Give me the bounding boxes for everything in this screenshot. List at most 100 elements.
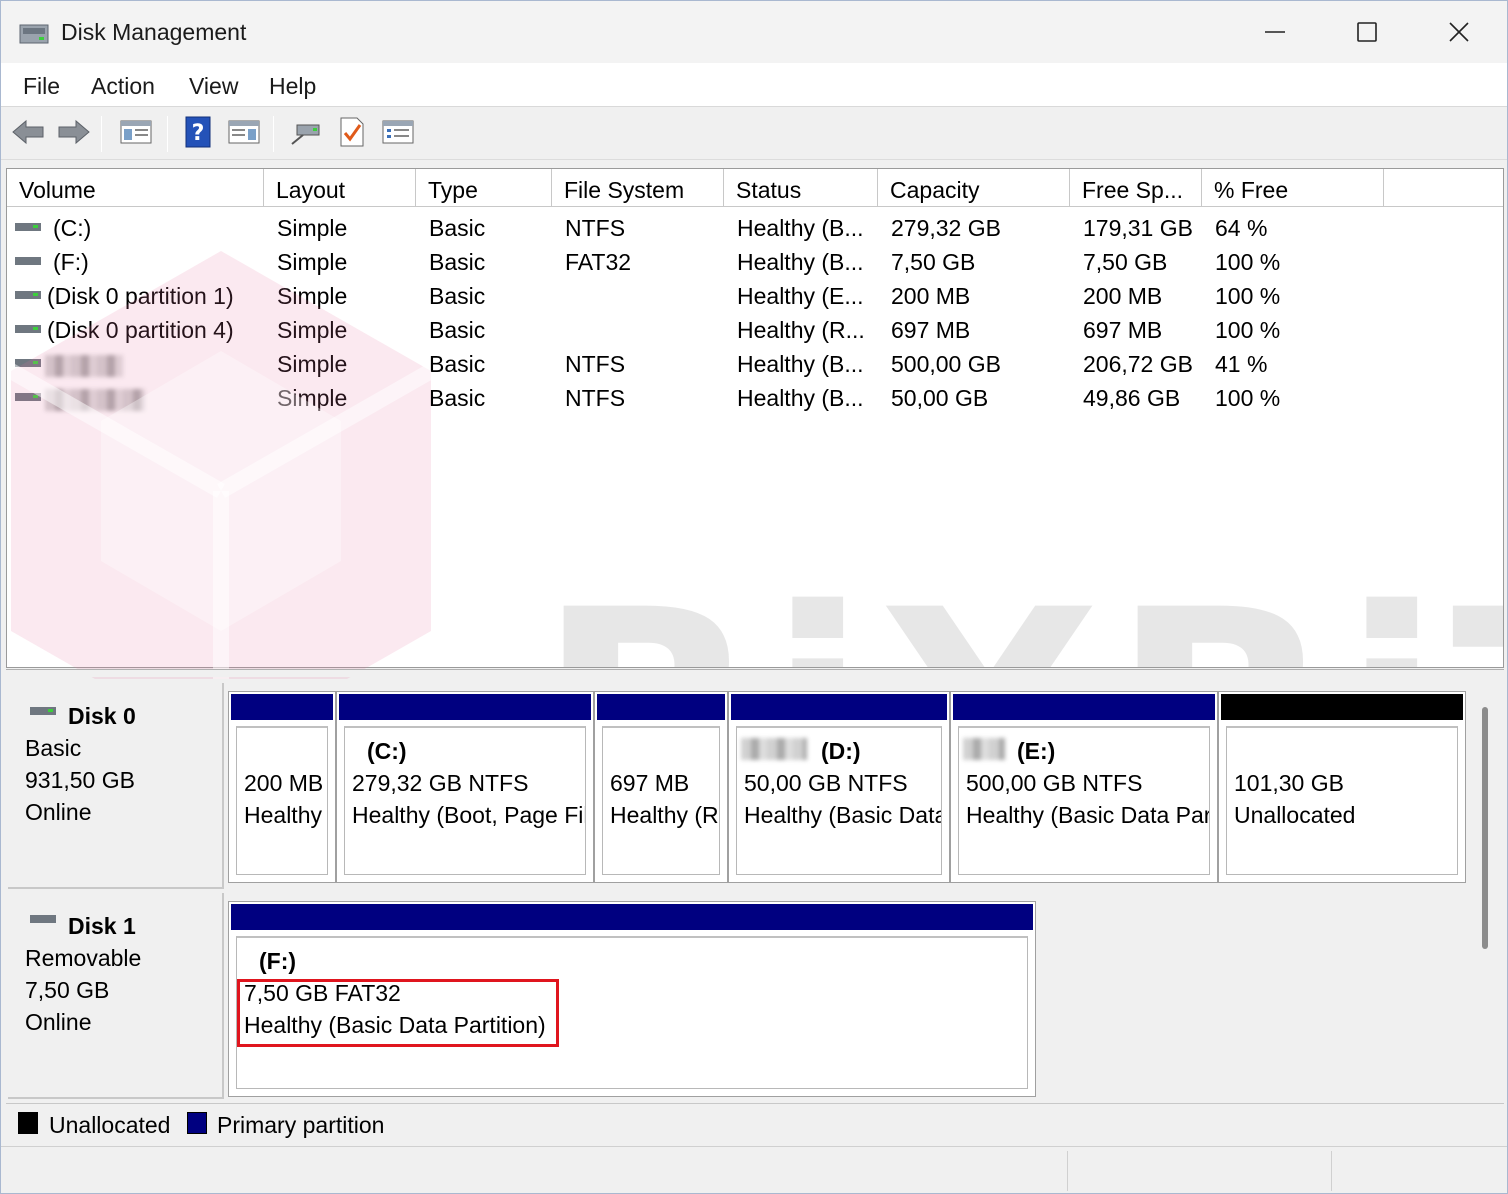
primary-partition-bar	[231, 694, 333, 720]
column-header-volume[interactable]: Volume	[7, 169, 264, 207]
disk-1-label[interactable]: Disk 1 Removable 7,50 GB Online	[8, 893, 224, 1099]
pane-splitter[interactable]	[6, 669, 1504, 677]
check-properties-icon	[338, 116, 366, 153]
volume-file-system: NTFS	[565, 385, 626, 411]
back-button[interactable]	[9, 116, 47, 152]
volume-status: Healthy (B...	[737, 351, 864, 377]
volume-icon	[15, 257, 41, 265]
disk-size: 7,50 GB	[25, 977, 110, 1003]
legend-primary-partition-label: Primary partition	[217, 1112, 385, 1138]
forward-arrow-icon	[57, 119, 91, 150]
primary-partition-swatch	[187, 1112, 207, 1134]
window-title: Disk Management	[61, 19, 247, 45]
volume-name: (Disk 0 partition 4)	[47, 317, 234, 343]
primary-partition-bar	[597, 694, 725, 720]
toolbar-separator	[101, 116, 102, 152]
menu-action[interactable]: Action	[91, 73, 155, 100]
list-view-icon	[381, 118, 415, 151]
column-header-percent-free[interactable]: % Free	[1202, 169, 1384, 207]
volume-status: Healthy (R...	[737, 317, 865, 343]
show-hide-action-pane-button[interactable]	[225, 116, 263, 152]
status-bar-separator	[1067, 1151, 1068, 1191]
maximize-icon	[1356, 21, 1378, 43]
back-arrow-icon	[11, 119, 45, 150]
column-header-free-space[interactable]: Free Sp...	[1070, 169, 1202, 207]
partition-size: 500,00 GB NTFS	[966, 770, 1143, 796]
partition-recovery[interactable]: 697 MB Healthy (Recovery Partition)	[594, 691, 728, 883]
column-header-status[interactable]: Status	[724, 169, 878, 207]
volume-layout: Simple	[277, 385, 348, 411]
volume-capacity: 279,32 GB	[891, 215, 1001, 241]
partition-size: 200 MB	[244, 770, 324, 796]
connect-virtual-disk-button[interactable]	[287, 116, 325, 152]
disk-0-label[interactable]: Disk 0 Basic 931,50 GB Online	[8, 683, 224, 889]
volume-capacity: 500,00 GB	[891, 351, 1001, 377]
column-header-layout[interactable]: Layout	[264, 169, 416, 207]
show-hide-console-tree-icon	[119, 118, 153, 151]
volume-capacity: 200 MB	[891, 283, 971, 309]
check-properties-button[interactable]	[333, 116, 371, 152]
volume-file-system: NTFS	[565, 215, 626, 241]
primary-partition-bar	[231, 904, 1033, 930]
menu-file[interactable]: File	[23, 73, 60, 100]
partition-status: Healthy (Recovery Partition)	[610, 802, 719, 828]
volume-row[interactable]: Simple Basic NTFS Healthy (B... 500,00 G…	[7, 347, 1503, 381]
partition-details: (D:) 50,00 GB NTFS Healthy (Basic Data P…	[736, 726, 942, 875]
unallocated-swatch	[18, 1112, 38, 1134]
column-header-file-system[interactable]: File System	[552, 169, 724, 207]
volume-row[interactable]: (F:) Simple Basic FAT32 Healthy (B... 7,…	[7, 245, 1503, 279]
partition-details: 200 MB Healthy (EFI System Partition)	[236, 726, 328, 875]
column-header-capacity[interactable]: Capacity	[878, 169, 1070, 207]
disk-pane-scrollbar[interactable]	[1482, 707, 1488, 949]
menu-help[interactable]: Help	[269, 73, 316, 100]
volume-layout: Simple	[277, 317, 348, 343]
forward-button[interactable]	[55, 116, 93, 152]
list-view-button[interactable]	[379, 116, 417, 152]
volume-percent-free: 100 %	[1215, 317, 1281, 343]
disk-size: 931,50 GB	[25, 767, 135, 793]
partition-e[interactable]: (E:) 500,00 GB NTFS Healthy (Basic Data …	[950, 691, 1218, 883]
svg-text:?: ?	[192, 121, 205, 146]
volume-row[interactable]: (Disk 0 partition 4) Simple Basic Health…	[7, 313, 1503, 347]
disk-name: Disk 0	[68, 703, 136, 729]
maximize-button[interactable]	[1321, 1, 1413, 63]
volume-icon	[15, 325, 41, 333]
partition-status: Unallocated	[1234, 802, 1356, 828]
minimize-button[interactable]	[1229, 1, 1321, 63]
help-button[interactable]: ?	[179, 116, 217, 152]
title-bar[interactable]: Disk Management	[1, 1, 1507, 63]
partition-title: (D:)	[821, 738, 861, 764]
volume-row[interactable]: (Disk 0 partition 1) Simple Basic Health…	[7, 279, 1503, 313]
volume-status: Healthy (B...	[737, 215, 864, 241]
partition-title: (C:)	[367, 738, 407, 764]
volume-list[interactable]: Volume Layout Type File System Status Ca…	[6, 168, 1504, 668]
partition-details: 697 MB Healthy (Recovery Partition)	[602, 726, 720, 875]
partition-details: (E:) 500,00 GB NTFS Healthy (Basic Data …	[958, 726, 1210, 875]
menu-view[interactable]: View	[189, 73, 238, 100]
partition-d[interactable]: (D:) 50,00 GB NTFS Healthy (Basic Data P…	[728, 691, 950, 883]
disk-map-pane[interactable]: Disk 0 Basic 931,50 GB Online 200 MB Hea…	[6, 679, 1504, 1101]
volume-type: Basic	[429, 385, 486, 411]
close-button[interactable]	[1413, 1, 1505, 63]
disk-icon	[30, 915, 56, 923]
partition-unallocated[interactable]: 101,30 GB Unallocated	[1218, 691, 1466, 883]
disk-type: Removable	[25, 945, 142, 971]
partition-efi[interactable]: 200 MB Healthy (EFI System Partition)	[228, 691, 336, 883]
volume-icon	[15, 291, 41, 299]
volume-percent-free: 100 %	[1215, 385, 1281, 411]
primary-partition-bar	[731, 694, 947, 720]
disk-icon	[30, 707, 56, 715]
show-hide-console-tree-button[interactable]	[117, 116, 155, 152]
column-header-type[interactable]: Type	[416, 169, 552, 207]
partition-status: Healthy (EFI System Partition)	[244, 802, 327, 828]
volume-status: Healthy (B...	[737, 249, 864, 275]
volume-row[interactable]: (C:) Simple Basic NTFS Healthy (B... 279…	[7, 211, 1503, 245]
connect-virtual-disk-icon	[289, 117, 323, 152]
redacted-volume-name	[45, 355, 123, 377]
disk-management-icon	[19, 21, 49, 47]
disk-state: Online	[25, 799, 92, 825]
volume-row[interactable]: Simple Basic NTFS Healthy (B... 50,00 GB…	[7, 381, 1503, 415]
partition-status: Healthy (Basic Data Partition)	[744, 802, 941, 828]
partition-title: (E:)	[1017, 738, 1056, 764]
partition-c[interactable]: (C:) 279,32 GB NTFS Healthy (Boot, Page …	[336, 691, 594, 883]
